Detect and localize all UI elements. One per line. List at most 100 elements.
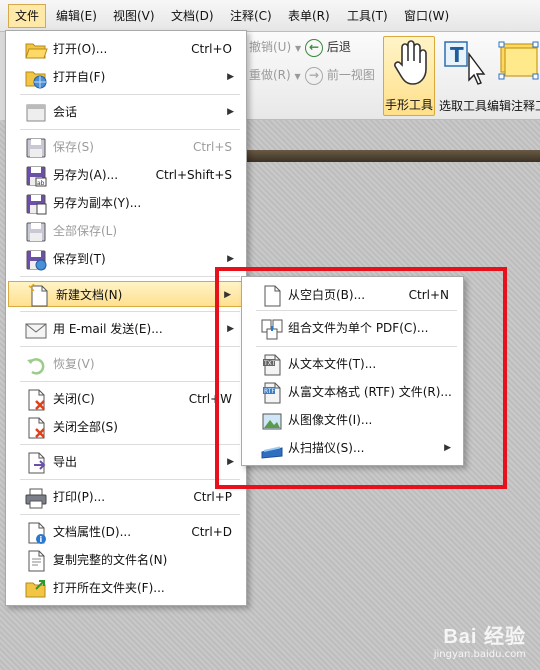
file-menu-item[interactable]: 打印(P)... Ctrl+P [6, 484, 246, 510]
menu-edit[interactable]: 编辑(E) [50, 4, 103, 28]
session-icon [26, 104, 46, 122]
file-menu-item[interactable]: 打开自(F) ▶ [6, 64, 246, 90]
redo-label: 重做(R) [249, 68, 291, 82]
select-text-label: 选取工具 [438, 99, 487, 113]
chevron-down-icon: ▼ [294, 72, 301, 81]
file-menu-item-label: 复制完整的文件名(N) [53, 553, 168, 567]
select-text-button[interactable]: T 选取工具 [437, 36, 489, 116]
menu-separator [20, 311, 240, 312]
edit-annotation-icon [498, 41, 539, 80]
hand-icon [394, 40, 427, 85]
folder-open-icon [25, 43, 48, 59]
file-menu-item[interactable]: 新建文档(N) ▶ [8, 281, 244, 307]
menu-separator [20, 129, 240, 130]
close-doc-icon [28, 389, 45, 411]
redo-button[interactable]: 重做(R) ▼ [249, 64, 301, 86]
file-menu-item[interactable]: 打开(O)... Ctrl+O [6, 36, 246, 62]
file-menu-item-label: 全部保存(L) [53, 224, 118, 238]
shortcut-label: Ctrl+S [192, 140, 232, 154]
shortcut-label: Ctrl+O [191, 42, 232, 56]
file-menu-item: 全部保存(L) [6, 218, 246, 244]
submenu-arrow-icon: ▶ [227, 72, 234, 82]
edit-annotation-label: 编辑注释工 [487, 99, 540, 113]
file-menu-item-label: 另存为副本(Y)... [53, 196, 142, 210]
file-menu-item[interactable]: 复制完整的文件名(N) [6, 547, 246, 573]
menu-comment[interactable]: 注释(C) [224, 4, 278, 28]
copy-filename-icon [28, 550, 45, 572]
menu-separator [20, 346, 240, 347]
file-menu-item-label: 新建文档(N) [56, 288, 123, 302]
save-copy-icon [26, 194, 47, 215]
edit-annotation-button[interactable]: 编辑注释工 [487, 36, 540, 116]
menu-separator [20, 94, 240, 95]
new-document-icon [28, 284, 48, 307]
save-icon [26, 138, 46, 158]
back-label: 后退 [326, 40, 351, 54]
file-menu-item[interactable]: 导出 ▶ [6, 449, 246, 475]
submenu-arrow-icon: ▶ [227, 107, 234, 117]
file-menu-item-label: 关闭(C) [53, 392, 95, 406]
save-to-icon [26, 250, 47, 271]
file-menu-item-label: 关闭全部(S) [53, 420, 118, 434]
file-menu-item-label: 打开所在文件夹(F)... [53, 581, 165, 595]
save-as-icon: ab [26, 166, 47, 187]
svg-text:i: i [40, 535, 43, 544]
menu-separator [20, 381, 240, 382]
close-all-icon [28, 417, 45, 439]
menu-separator [20, 444, 240, 445]
file-menu-item[interactable]: 关闭(C) Ctrl+W [6, 386, 246, 412]
file-menu-item-label: 导出 [53, 455, 78, 469]
undo-label: 撤销(U) [249, 40, 292, 54]
file-menu-item: 恢复(V) [6, 351, 246, 377]
watermark: Bai 经验 jingyan.baidu.com [434, 620, 526, 660]
menu-bar: 文件 编辑(E) 视图(V) 文档(D) 注释(C) 表单(R) 工具(T) 窗… [0, 0, 540, 32]
watermark-url: jingyan.baidu.com [433, 649, 526, 660]
chevron-down-icon: ▼ [294, 44, 302, 53]
menu-separator [20, 479, 240, 480]
revert-icon [27, 358, 45, 375]
watermark-logo: Bai 经验 [443, 626, 526, 648]
forward-view-button[interactable]: → 前一视图 [305, 64, 375, 86]
file-menu-item[interactable]: 另存为副本(Y)... [6, 190, 246, 216]
file-menu-item[interactable]: 保存到(T) ▶ [6, 246, 246, 272]
printer-icon [25, 488, 47, 509]
shortcut-label: Ctrl+Shift+S [155, 168, 232, 182]
annotation-highlight-box [215, 267, 507, 489]
file-menu: 打开(O)... Ctrl+O 打开自(F) ▶ 会话 ▶ 保存(S) Ctrl+S ab 另存为… [5, 30, 247, 606]
file-menu-item-label: 打印(P)... [53, 490, 106, 504]
menu-file[interactable]: 文件 [8, 4, 47, 28]
file-menu-item[interactable]: 用 E-mail 发送(E)... ▶ [6, 316, 246, 342]
svg-text:ab: ab [37, 180, 45, 187]
menu-window[interactable]: 窗口(W) [398, 4, 455, 28]
menu-separator [20, 276, 240, 277]
toolbar: 撤销(U) ▼ ← 后退 重做(R) ▼ → 前一视图 手形工具 T 选取工具 [247, 32, 540, 120]
undo-button[interactable]: 撤销(U) ▼ [249, 36, 301, 58]
file-menu-item[interactable]: 会话 ▶ [6, 99, 246, 125]
open-folder-icon [25, 580, 46, 598]
menu-separator [20, 514, 240, 515]
forward-arrow-icon: → [305, 66, 323, 85]
hand-tool-button[interactable]: 手形工具 [383, 36, 435, 116]
file-menu-item[interactable]: i 文档属性(D)... Ctrl+D [6, 519, 246, 545]
file-menu-item[interactable]: 关闭全部(S) [6, 414, 246, 440]
menu-document[interactable]: 文档(D) [165, 4, 220, 28]
file-menu-item: 保存(S) Ctrl+S [6, 134, 246, 160]
menu-view[interactable]: 视图(V) [107, 4, 161, 28]
file-menu-item[interactable]: 打开所在文件夹(F)... [6, 575, 246, 601]
menu-tools[interactable]: 工具(T) [341, 4, 394, 28]
email-icon [25, 323, 47, 339]
file-menu-item-label: 会话 [53, 105, 78, 119]
back-button[interactable]: ← 后退 [305, 36, 351, 58]
shortcut-label: Ctrl+D [191, 525, 232, 539]
back-arrow-icon: ← [305, 38, 323, 57]
file-menu-item[interactable]: ab 另存为(A)... Ctrl+Shift+S [6, 162, 246, 188]
file-menu-item-label: 恢复(V) [53, 357, 95, 371]
document-properties-icon: i [28, 522, 46, 544]
file-menu-item-label: 打开自(F) [53, 70, 106, 84]
file-menu-item-label: 保存到(T) [53, 252, 106, 266]
svg-text:T: T [450, 43, 464, 67]
hand-tool-label: 手形工具 [384, 98, 433, 112]
folder-globe-icon [25, 71, 47, 89]
menu-form[interactable]: 表单(R) [282, 4, 336, 28]
save-all-icon [26, 222, 46, 242]
